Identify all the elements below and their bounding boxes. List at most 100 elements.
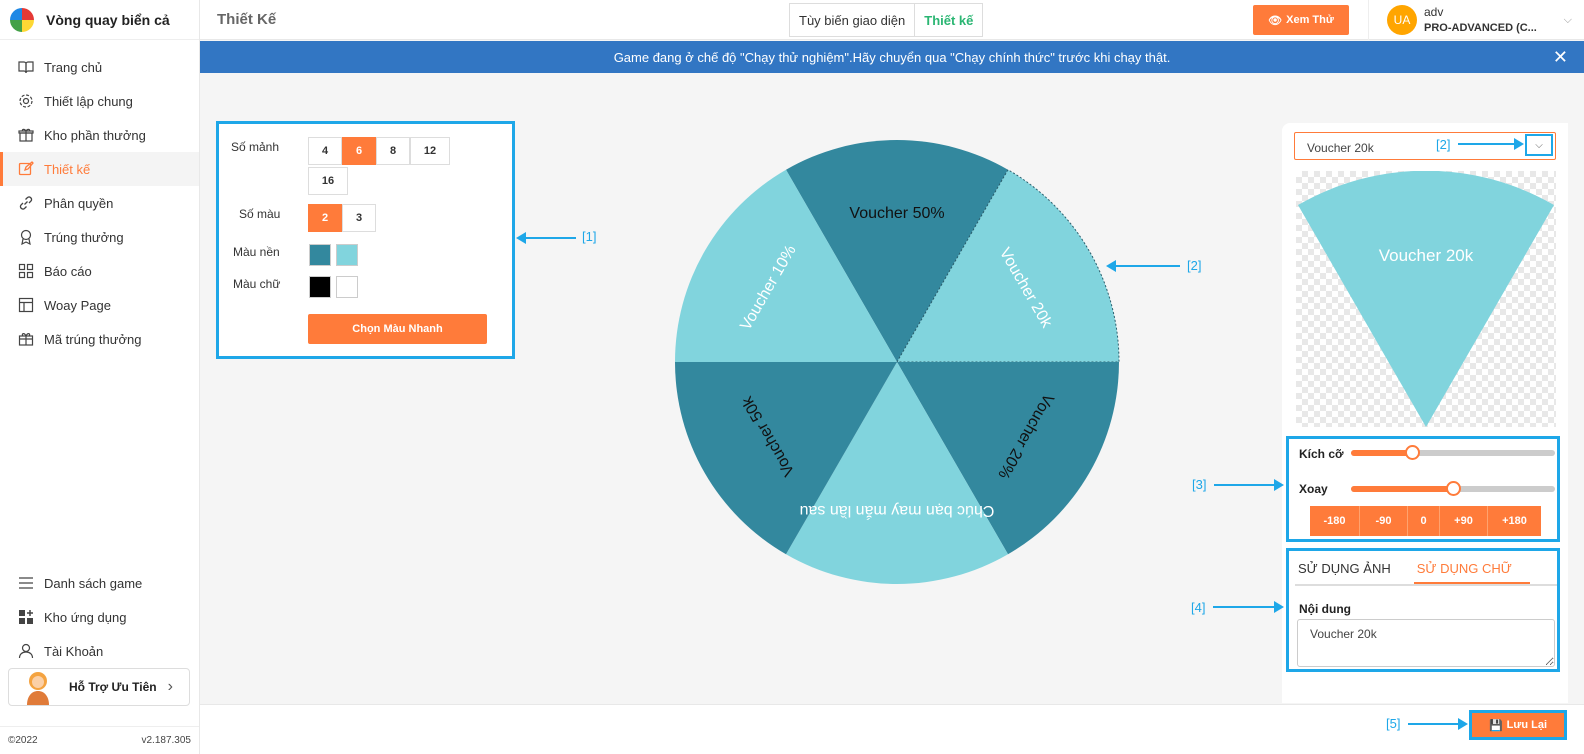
sidebar-item-prize-codes[interactable]: Mã trúng thưởng (0, 322, 199, 356)
save-button-label: Lưu Lại (1506, 719, 1548, 731)
top-header: Thiết Kế Tùy biến giao diện Thiết kế 👁 Xe… (200, 0, 1584, 40)
tab-design[interactable]: Thiết kế (915, 3, 984, 37)
sidebar-footer: ©2022 v2.187.305 (0, 726, 199, 754)
content-type-tabs: SỬ DỤNG ẢNH SỬ DỤNG CHỮ (1295, 559, 1557, 586)
sidebar-item-label: Trang chủ (44, 59, 103, 75)
chevron-down-icon: ⌵ (1563, 13, 1572, 26)
sidebar-item-design[interactable]: Thiết kế (0, 152, 199, 186)
save-button[interactable]: 💾 Lưu Lại (1469, 710, 1567, 740)
segment-preview-shape: Voucher 20k (1298, 170, 1554, 427)
chevron-down-icon: ⌵ (1535, 139, 1543, 151)
tab-use-text[interactable]: SỬ DỤNG CHỮ (1413, 559, 1530, 584)
gear-icon (17, 92, 35, 110)
support-avatar-icon (27, 672, 49, 705)
user-icon (17, 642, 35, 660)
content-panel: SỬ DỤNG ẢNH SỬ DỤNG CHỮ Nội dung Voucher… (1286, 548, 1560, 672)
copyright: ©2022 (8, 735, 38, 746)
rotate-0-button[interactable]: 0 (1408, 506, 1440, 536)
preview-text: Voucher 20k (1379, 246, 1474, 265)
sidebar-item-rewards[interactable]: Kho phần thưởng (0, 118, 199, 152)
rotate-slider-handle[interactable] (1446, 481, 1461, 496)
rotate-plus-90-button[interactable]: +90 (1440, 506, 1488, 536)
segments-option-4[interactable]: 4 (308, 137, 342, 165)
tab-use-image[interactable]: SỬ DỤNG ẢNH (1295, 559, 1394, 584)
rotate-minus-90-button[interactable]: -90 (1360, 506, 1408, 536)
user-name: adv (1424, 5, 1444, 20)
sidebar-item-game-list[interactable]: Danh sách game (0, 566, 199, 600)
annotation-arrow-2 (1106, 260, 1180, 272)
annotation-5: [5] (1386, 716, 1401, 731)
sidebar-item-label: Danh sách game (44, 575, 143, 591)
brand[interactable]: Vòng quay biển cả (0, 0, 199, 40)
rotate-minus-180-button[interactable]: -180 (1310, 506, 1360, 536)
colors-option-3[interactable]: 3 (342, 204, 376, 232)
size-slider[interactable] (1351, 445, 1555, 460)
sidebar-item-winners[interactable]: Trúng thưởng (0, 220, 199, 254)
test-mode-banner: Game đang ở chế độ "Chạy thử nghiệm".Hãy… (200, 41, 1584, 73)
header-tabs: Tùy biến giao diện Thiết kế (789, 3, 984, 37)
annotation-arrow-5 (1408, 718, 1468, 730)
sidebar-item-label: Woay Page (44, 297, 111, 313)
bg-color-swatch-1[interactable] (309, 244, 331, 266)
text-color-swatch-1[interactable] (309, 276, 331, 298)
text-color-swatch-2[interactable] (336, 276, 358, 298)
footer-bar (200, 704, 1584, 754)
save-icon: 💾 (1488, 719, 1503, 732)
wheel-segment-label: Chúc bạn may mắn lần sau (800, 502, 995, 521)
sidebar-item-woay-page[interactable]: Woay Page (0, 288, 199, 322)
annotation-arrow-2b (1458, 138, 1524, 150)
apps-icon (17, 608, 35, 626)
colors-option-2[interactable]: 2 (308, 204, 342, 232)
layout-icon (17, 296, 35, 314)
rotate-buttons: -180 -90 0 +90 +180 (1310, 506, 1541, 536)
sidebar-item-label: Thiết lập chung (44, 93, 133, 109)
size-slider-handle[interactable] (1405, 445, 1421, 460)
sidebar-item-label: Phân quyền (44, 195, 114, 211)
quick-color-button[interactable]: Chọn Màu Nhanh (308, 314, 487, 344)
sidebar-item-permissions[interactable]: Phân quyền (0, 186, 199, 220)
bg-color-swatch-2[interactable] (336, 244, 358, 266)
sidebar-item-account[interactable]: Tài Khoản (0, 634, 199, 668)
segments-option-8[interactable]: 8 (376, 137, 410, 165)
sidebar-item-app-store[interactable]: Kho ứng dụng (0, 600, 199, 634)
sidebar-item-label: Trúng thưởng (44, 229, 124, 245)
sidebar-item-reports[interactable]: Báo cáo (0, 254, 199, 288)
support-label: Hỗ Trợ Ưu Tiên (69, 680, 157, 694)
segments-option-6[interactable]: 6 (342, 137, 376, 165)
chevron-right-icon: › (167, 678, 173, 695)
segments-option-12[interactable]: 12 (410, 137, 450, 165)
user-info: adv PRO-ADVANCED (C... (1424, 5, 1537, 35)
sidebar-item-home[interactable]: Trang chủ (0, 50, 199, 84)
support-card[interactable]: Hỗ Trợ Ưu Tiên › (8, 668, 190, 706)
sidebar-bottom-nav: Danh sách game Kho ứng dụng Tài Khoản (0, 566, 199, 668)
content-textarea[interactable]: Voucher 20k (1297, 619, 1555, 667)
annotation-2b: [2] (1436, 137, 1451, 152)
annotation-arrow-3 (1214, 479, 1284, 491)
preview-button[interactable]: 👁 Xem Thử (1253, 5, 1349, 35)
logo-icon (10, 7, 34, 32)
sidebar-item-settings[interactable]: Thiết lập chung (0, 84, 199, 118)
wheel-segment-label: Voucher 50% (849, 205, 944, 222)
eye-icon: 👁 (1268, 14, 1283, 27)
close-icon[interactable]: ✕ (1553, 47, 1568, 68)
rotate-slider[interactable] (1351, 481, 1555, 496)
sidebar-item-label: Báo cáo (44, 263, 92, 279)
avatar: UA (1387, 5, 1417, 35)
tab-customize-ui[interactable]: Tùy biến giao diện (789, 3, 916, 37)
menu-icon (17, 574, 35, 592)
sidebar-item-label: Mã trúng thưởng (44, 331, 142, 347)
colors-label: Số màu (239, 207, 281, 221)
sidebar-item-label: Kho phần thưởng (44, 127, 146, 143)
rotate-plus-180-button[interactable]: +180 (1488, 506, 1541, 536)
size-label: Kích cỡ (1299, 447, 1344, 461)
segment-dropdown-button[interactable]: ⌵ (1525, 134, 1553, 156)
prize-wheel[interactable]: Voucher 50%Voucher 20kVoucher 20%Chúc bạ… (673, 138, 1121, 586)
segments-label: Số mảnh (231, 140, 280, 154)
wheel-settings-panel: Số mảnh 4 6 8 12 16 Số màu 2 3 Màu nền M… (216, 121, 515, 359)
segments-option-16[interactable]: 16 (308, 167, 348, 195)
user-menu[interactable]: UA adv PRO-ADVANCED (C... ⌵ (1368, 0, 1584, 40)
annotation-arrow-1 (516, 232, 576, 244)
sidebar-item-label: Thiết kế (44, 161, 91, 177)
rotate-slider-fill (1351, 486, 1453, 492)
version: v2.187.305 (141, 735, 192, 746)
